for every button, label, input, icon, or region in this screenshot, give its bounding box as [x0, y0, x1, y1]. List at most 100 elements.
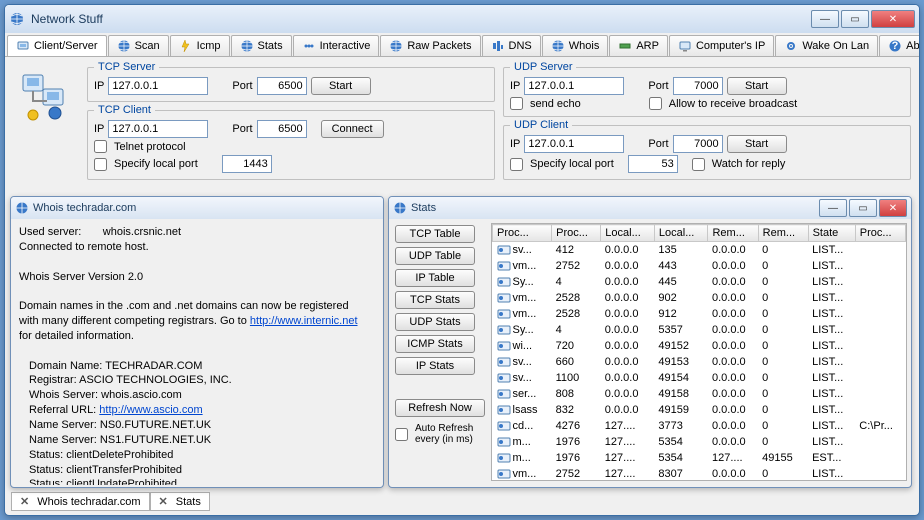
stats-cell: [855, 242, 905, 259]
stats-table-row[interactable]: vm...25280.0.0.09120.0.0.00LIST...: [493, 306, 906, 322]
whois-title: Whois techradar.com: [33, 202, 379, 214]
stats-column-header[interactable]: Proc...: [493, 225, 552, 242]
stats-table-row[interactable]: sv...11000.0.0.0491540.0.0.00LIST...: [493, 370, 906, 386]
tcp-client-specify-checkbox[interactable]: [94, 158, 107, 171]
tab-scan[interactable]: Scan: [108, 35, 169, 56]
stats-table-row[interactable]: vm...27520.0.0.04430.0.0.00LIST...: [493, 258, 906, 274]
stats-table-row[interactable]: sv...6600.0.0.0491530.0.0.00LIST...: [493, 354, 906, 370]
tcp-client-group: TCP Client IP Port Connect Telnet protoc…: [87, 104, 495, 180]
stats-table-wrap[interactable]: Proc...Proc...Local...Local...Rem...Rem.…: [491, 223, 907, 481]
tcp-client-connect-button[interactable]: Connect: [321, 120, 384, 138]
titlebar[interactable]: Network Stuff — ▭ ✕: [5, 5, 919, 33]
stats-cell: 4276: [552, 418, 601, 434]
udp-server-port-label: Port: [648, 80, 668, 92]
stats-column-header[interactable]: Local...: [654, 225, 708, 242]
tab-interactive[interactable]: Interactive: [293, 35, 380, 56]
whois-titlebar[interactable]: Whois techradar.com: [11, 197, 383, 219]
stats-column-header[interactable]: Proc...: [552, 225, 601, 242]
stats-column-header[interactable]: Rem...: [758, 225, 808, 242]
stats-column-header[interactable]: State: [808, 225, 855, 242]
tcp-server-ip-input[interactable]: [108, 77, 208, 95]
stats-table-row[interactable]: m...1976127....5354127....49155EST...: [493, 450, 906, 466]
stats-cell: 5354: [654, 434, 708, 450]
stats-table-row[interactable]: cd...4276127....37730.0.0.00LIST...C:\Pr…: [493, 418, 906, 434]
udp-client-start-button[interactable]: Start: [727, 135, 787, 153]
stats-cell: 4: [552, 322, 601, 338]
udp-client-port-input[interactable]: [673, 135, 723, 153]
udp-client-localport-input[interactable]: [628, 155, 678, 173]
stats-table-row[interactable]: ser...8080.0.0.0491580.0.0.00LIST...: [493, 386, 906, 402]
tcp-client-ip-input[interactable]: [108, 120, 208, 138]
tab-dns[interactable]: DNS: [482, 35, 541, 56]
network-illustration: [11, 59, 81, 182]
tcp-server-start-button[interactable]: Start: [311, 77, 371, 95]
stats-table-row[interactable]: wi...7200.0.0.0491520.0.0.00LIST...: [493, 338, 906, 354]
stats-titlebar[interactable]: Stats — ▭ ✕: [389, 197, 911, 219]
close-button[interactable]: ✕: [871, 10, 915, 28]
pc-icon: [678, 39, 692, 53]
udp-server-ip-input[interactable]: [524, 77, 624, 95]
tcp-server-port-input[interactable]: [257, 77, 307, 95]
stats-minimize-button[interactable]: —: [819, 199, 847, 217]
maximize-button[interactable]: ▭: [841, 10, 869, 28]
tab-raw-packets[interactable]: Raw Packets: [380, 35, 480, 56]
stats-cell: C:\Pr...: [855, 418, 905, 434]
tcp-client-port-input[interactable]: [257, 120, 307, 138]
stats-window[interactable]: Stats — ▭ ✕ TCP Table UDP Table IP Table TC…: [388, 196, 912, 488]
stats-button-ip-table[interactable]: IP Table: [395, 269, 475, 287]
stats-column-header[interactable]: Rem...: [708, 225, 758, 242]
udp-client-ip-input[interactable]: [524, 135, 624, 153]
stats-button-tcp-stats[interactable]: TCP Stats: [395, 291, 475, 309]
stats-button-ip-stats[interactable]: IP Stats: [395, 357, 475, 375]
udp-server-port-input[interactable]: [673, 77, 723, 95]
stats-column-header[interactable]: Local...: [601, 225, 655, 242]
tcp-client-telnet-checkbox[interactable]: [94, 140, 107, 153]
tab-arp[interactable]: ARP: [609, 35, 668, 56]
bottom-tab[interactable]: ✕Whois techradar.com: [11, 492, 150, 511]
stats-table-row[interactable]: vm...25280.0.0.09020.0.0.00LIST...: [493, 290, 906, 306]
stats-column-header[interactable]: Proc...: [855, 225, 905, 242]
arp-icon: [618, 39, 632, 53]
tab-whois[interactable]: Whois: [542, 35, 609, 56]
stats-autorefresh-checkbox[interactable]: [395, 428, 408, 441]
udp-client-watch-checkbox[interactable]: [692, 158, 705, 171]
process-icon: [497, 291, 511, 305]
tab-client-server[interactable]: Client/Server: [7, 35, 107, 57]
bottom-tab[interactable]: ✕Stats: [150, 492, 210, 511]
stats-button-udp-stats[interactable]: UDP Stats: [395, 313, 475, 331]
stats-table-row[interactable]: vm...2752127....83070.0.0.00LIST...: [493, 466, 906, 481]
process-icon: [497, 339, 511, 353]
tab-stats[interactable]: Stats: [231, 35, 292, 56]
tcp-client-localport-input[interactable]: [222, 155, 272, 173]
stats-close-button[interactable]: ✕: [879, 199, 907, 217]
tab-about[interactable]: ?About: [879, 35, 919, 56]
tab-computer-s-ip[interactable]: Computer's IP: [669, 35, 774, 56]
udp-server-start-button[interactable]: Start: [727, 77, 787, 95]
stats-table-row[interactable]: Sy...40.0.0.04450.0.0.00LIST...: [493, 274, 906, 290]
stats-button-tcp-table[interactable]: TCP Table: [395, 225, 475, 243]
stats-table-row[interactable]: m...1976127....53540.0.0.00LIST...: [493, 434, 906, 450]
udp-client-specify-checkbox[interactable]: [510, 158, 523, 171]
stats-maximize-button[interactable]: ▭: [849, 199, 877, 217]
stats-button-udp-table[interactable]: UDP Table: [395, 247, 475, 265]
whois-window[interactable]: Whois techradar.com Used server: whois.c…: [10, 196, 384, 488]
udp-server-broadcast-checkbox[interactable]: [649, 97, 662, 110]
udp-server-echo-checkbox[interactable]: [510, 97, 523, 110]
stats-button-icmp-stats[interactable]: ICMP Stats: [395, 335, 475, 353]
minimize-button[interactable]: —: [811, 10, 839, 28]
whois-blurb-link[interactable]: http://www.internic.net: [250, 315, 358, 327]
close-icon[interactable]: ✕: [159, 495, 168, 508]
stats-cell: 135: [654, 242, 708, 259]
whois-detail-link[interactable]: http://www.ascio.com: [99, 404, 202, 416]
stats-cell: 0: [758, 386, 808, 402]
stats-refresh-button[interactable]: Refresh Now: [395, 399, 485, 417]
stats-table-row[interactable]: lsass8320.0.0.0491590.0.0.00LIST...: [493, 402, 906, 418]
udp-client-group: UDP Client IP Port Start Specify local p…: [503, 119, 911, 180]
udp-server-echo-label: send echo: [530, 98, 581, 110]
stats-table-row[interactable]: Sy...40.0.0.053570.0.0.00LIST...: [493, 322, 906, 338]
stats-table-row[interactable]: sv...4120.0.0.01350.0.0.00LIST...: [493, 242, 906, 259]
tab-icmp[interactable]: Icmp: [170, 35, 230, 56]
stats-cell: LIST...: [808, 466, 855, 481]
close-icon[interactable]: ✕: [20, 495, 29, 508]
tab-wake-on-lan[interactable]: Wake On Lan: [775, 35, 878, 56]
